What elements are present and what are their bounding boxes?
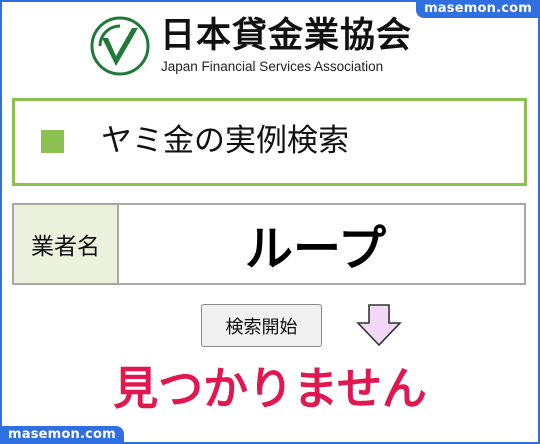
result-message: 見つかりません	[113, 362, 427, 415]
watermark-top: masemon.com	[416, 0, 540, 18]
section-title: ヤミ金の実例検索	[101, 123, 349, 159]
logo-name-en: Japan Financial Services Association	[161, 59, 384, 74]
search-field-row: 業者名 ループ	[12, 203, 526, 285]
down-arrow-icon	[356, 304, 402, 347]
operator-name-input[interactable]: ループ	[119, 205, 524, 283]
section-title-box: ヤミ金の実例検索	[12, 98, 527, 186]
field-label: 業者名	[14, 205, 119, 283]
jfsa-checkmark-emblem-icon	[90, 16, 150, 76]
start-search-button[interactable]: 検索開始	[201, 304, 322, 347]
jfsa-logo: 日本貸金業協会 Japan Financial Services Associa…	[90, 14, 430, 80]
green-square-icon	[41, 130, 64, 153]
watermark-bottom: masemon.com	[0, 426, 124, 444]
logo-name-jp: 日本貸金業協会	[160, 16, 413, 56]
